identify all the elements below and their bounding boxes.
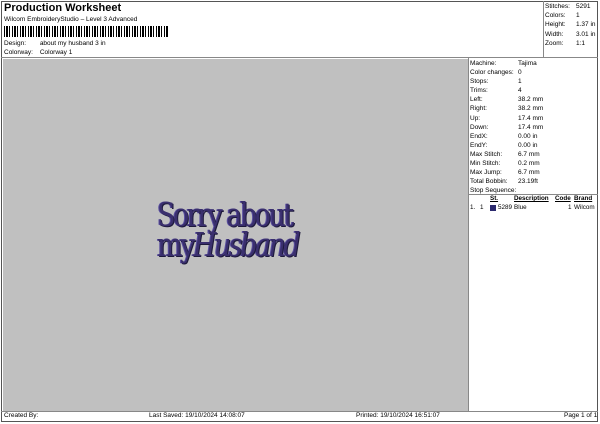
stops-row: Stops: 1 (470, 78, 522, 86)
colorway-row: Colorway: Colorway 1 (4, 49, 72, 56)
canvas-divider (468, 57, 469, 412)
colorway-value: Colorway 1 (39, 49, 73, 56)
colorway-label: Colorway: (4, 49, 33, 56)
max-jump-row: Max Jump: 6.7 mm (470, 169, 540, 177)
up-row: Up: 17.4 mm (470, 114, 544, 122)
down-row: Down: 17.4 mm (470, 123, 544, 131)
stat-zoom: Zoom: 1:1 (545, 39, 586, 47)
stat-colors: Colors: 1 (545, 12, 580, 20)
header-brand: Brand (574, 195, 593, 202)
machine-info-panel: Machine: Tajima Color changes: 0 Stops: 1 T… (470, 59, 597, 195)
design-value: about my husband 3 in (39, 40, 106, 47)
created-by: Created By: (4, 412, 39, 419)
stat-width: Width: 3.01 in (545, 30, 596, 38)
min-stitch-row: Min Stitch: 0.2 mm (470, 160, 540, 168)
endx-row: EndX: 0.00 in (470, 132, 538, 140)
color-swatch (490, 205, 496, 211)
max-stitch-row: Max Stitch: 6.7 mm (470, 150, 540, 158)
barcode (4, 26, 169, 37)
right-row: Right: 38.2 mm (470, 105, 544, 113)
design-line-2: myHusband (157, 227, 301, 265)
trims-row: Trims: 4 (470, 87, 522, 95)
left-row: Left: 38.2 mm (470, 96, 544, 104)
header-divider (1, 57, 598, 58)
last-saved: Last Saved: 19/10/2024 14:08:07 (149, 412, 245, 419)
row-brand: Wilcom (574, 204, 595, 211)
row-code: 1 (568, 204, 572, 211)
stats-divider (543, 1, 544, 57)
stat-height: Height: 1.37 in (545, 21, 596, 29)
row-stitches: 5289 (498, 204, 513, 211)
stop-sequence-row: 1. 1 5289 Blue 1 Wilcom (470, 204, 597, 213)
header-st: St. (490, 195, 499, 202)
total-bobbin-row: Total Bobbin: 23.19ft (470, 178, 538, 186)
stat-stitches: Stitches: 5291 (545, 3, 591, 10)
row-number: 1 (480, 204, 484, 211)
header-code: Code (555, 195, 571, 202)
printed-date: Printed: 19/10/2024 16:51:07 (356, 412, 440, 419)
row-index: 1. (470, 204, 476, 211)
page-number: Page 1 of 1 (564, 412, 598, 419)
page-title: Production Worksheet (4, 2, 122, 14)
endy-row: EndY: 0.00 in (470, 141, 538, 149)
color-changes-row: Color changes: 0 (470, 69, 522, 77)
design-row: Design: about my husband 3 in (4, 40, 106, 47)
header-description: Description (514, 195, 549, 202)
machine-row: Machine: Tajima (470, 60, 537, 67)
design-label: Design: (4, 40, 27, 47)
row-description: Blue (514, 204, 527, 211)
software-subtitle: Wilcom EmbroideryStudio – Level 3 Advanc… (4, 16, 138, 23)
footer-divider (1, 411, 598, 412)
stats-panel: Stitches: 5291 Colors: 1 Height: 1.37 in Wi… (545, 2, 596, 48)
